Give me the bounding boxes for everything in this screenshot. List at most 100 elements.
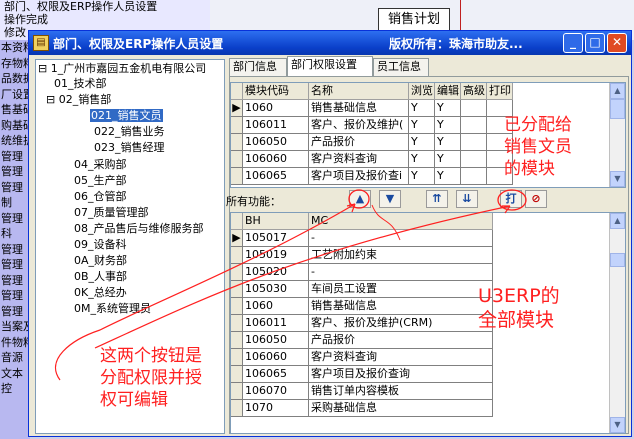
table-cell: Y bbox=[409, 168, 435, 185]
column-header: 打印 bbox=[487, 83, 513, 100]
scroll-thumb[interactable] bbox=[610, 253, 625, 267]
row-indicator: ▶ bbox=[231, 230, 243, 247]
background-sidebar-item[interactable]: 文本 bbox=[0, 366, 30, 382]
table-cell: Y bbox=[435, 168, 461, 185]
move-all-up-button[interactable]: ⇈ bbox=[426, 190, 448, 208]
table-cell: 106060 bbox=[243, 151, 309, 168]
tab-department-permissions[interactable]: 部门权限设置 bbox=[287, 56, 373, 76]
table-cell: 106065 bbox=[243, 168, 309, 185]
table-cell: 工艺附加约束 bbox=[309, 247, 493, 264]
background-sidebar-item[interactable]: 控 bbox=[0, 381, 30, 397]
tree-node[interactable]: 0A_财务部 bbox=[74, 252, 127, 268]
table-cell: 1070 bbox=[243, 400, 309, 417]
row-indicator bbox=[231, 117, 243, 134]
background-sidebar-item[interactable]: 科 bbox=[0, 226, 30, 242]
tab-department-info[interactable]: 部门信息 bbox=[229, 58, 287, 76]
row-indicator bbox=[231, 247, 243, 264]
row-indicator bbox=[231, 134, 243, 151]
grant-permission-button[interactable]: 打 bbox=[500, 190, 522, 208]
revoke-permission-button[interactable]: ⊘ bbox=[525, 190, 547, 208]
tree-node[interactable]: 023_销售经理 bbox=[94, 139, 165, 155]
table-cell bbox=[461, 168, 487, 185]
top-grid-scrollbar[interactable]: ▲ ▼ bbox=[609, 83, 625, 187]
background-sidebar-item[interactable]: 管理 bbox=[0, 288, 30, 304]
table-cell: 客户资料查询 bbox=[309, 349, 493, 366]
background-sidebar-item[interactable]: 品数据 bbox=[0, 71, 30, 87]
background-sidebar-item[interactable]: 管理 bbox=[0, 211, 30, 227]
background-sidebar-item[interactable]: 件物料 bbox=[0, 335, 30, 351]
table-cell: 1060 bbox=[243, 100, 309, 117]
column-header: BH bbox=[243, 213, 309, 230]
scroll-down-icon[interactable]: ▼ bbox=[610, 171, 625, 187]
tree-node[interactable]: 04_采购部 bbox=[74, 156, 127, 172]
tree-node[interactable]: 06_仓管部 bbox=[74, 188, 127, 204]
background-sidebar-item[interactable]: 统维护 bbox=[0, 133, 30, 149]
annotation-all-modules: U3ERP的 全部模块 bbox=[478, 285, 560, 331]
background-sidebar-item[interactable]: 管理 bbox=[0, 180, 30, 196]
table-cell: 销售订单内容模板 bbox=[309, 383, 493, 400]
row-indicator: ▶ bbox=[231, 100, 243, 117]
scroll-down-icon[interactable]: ▼ bbox=[610, 417, 625, 433]
minimize-button[interactable]: _ bbox=[563, 33, 583, 53]
background-sidebar-item[interactable]: 售基础 bbox=[0, 102, 30, 118]
background-sidebar-item[interactable]: 管理 bbox=[0, 304, 30, 320]
table-cell: 车间员工设置 bbox=[309, 281, 493, 298]
background-sidebar-item[interactable]: 购基础 bbox=[0, 118, 30, 134]
tab-employee-info[interactable]: 员工信息 bbox=[373, 58, 429, 76]
row-indicator-header bbox=[231, 83, 243, 100]
tree-node-root[interactable]: ⊟ 1_广州市嘉园五金机电有限公司 bbox=[38, 60, 206, 76]
tree-node[interactable]: 05_生产部 bbox=[74, 172, 127, 188]
annotation-buttons-note: 这两个按钮是 分配权限并授 权可编辑 bbox=[100, 346, 202, 410]
table-cell: Y bbox=[435, 151, 461, 168]
scroll-thumb[interactable] bbox=[610, 99, 625, 119]
table-cell: Y bbox=[409, 100, 435, 117]
table-cell: Y bbox=[409, 117, 435, 134]
all-functions-label: 所有功能： bbox=[226, 195, 281, 208]
scroll-up-icon[interactable]: ▲ bbox=[610, 83, 625, 99]
background-menu-item[interactable]: 部门、权限及ERP操作人员设置 bbox=[0, 0, 210, 13]
bottom-grid-scrollbar[interactable]: ▲ ▼ bbox=[609, 213, 625, 433]
tree-node[interactable]: 01_技术部 bbox=[54, 75, 107, 91]
tree-node[interactable]: 0B_人事部 bbox=[74, 268, 127, 284]
tree-node[interactable]: ⊟ 02_销售部 bbox=[46, 91, 111, 107]
close-button[interactable]: ✕ bbox=[607, 33, 627, 53]
background-sidebar-item[interactable]: 厂设置 bbox=[0, 87, 30, 103]
table-cell: 客户资料查询 bbox=[309, 151, 409, 168]
table-cell: 105020 bbox=[243, 264, 309, 281]
background-sidebar-item[interactable]: 管理 bbox=[0, 242, 30, 258]
maximize-button[interactable]: □ bbox=[585, 33, 605, 53]
tree-node[interactable]: 08_产品售后与维修服务部 bbox=[74, 220, 204, 236]
background-sidebar-item[interactable]: 管理 bbox=[0, 149, 30, 165]
background-sidebar-item[interactable]: 管理 bbox=[0, 164, 30, 180]
table-cell: Y bbox=[409, 134, 435, 151]
table-cell: 106070 bbox=[243, 383, 309, 400]
background-menu-item[interactable]: 操作完成 bbox=[0, 13, 210, 26]
row-indicator bbox=[231, 264, 243, 281]
background-sidebar-item[interactable]: 管理 bbox=[0, 257, 30, 273]
title-bar[interactable]: ▤ 部门、权限及ERP操作人员设置 版权所有：珠海市助友... _ □ ✕ bbox=[29, 31, 631, 55]
move-up-button[interactable]: ▲ bbox=[349, 190, 371, 208]
tree-node[interactable]: 07_质量管理部 bbox=[74, 204, 149, 220]
row-indicator bbox=[231, 383, 243, 400]
table-cell: 销售基础信息 bbox=[309, 298, 493, 315]
background-sidebar-item[interactable]: 本资料 bbox=[0, 40, 30, 56]
table-cell: 产品报价 bbox=[309, 134, 409, 151]
background-sidebar-item[interactable]: 制 bbox=[0, 195, 30, 211]
table-cell: Y bbox=[409, 151, 435, 168]
row-indicator bbox=[231, 298, 243, 315]
tree-node[interactable]: 09_设备科 bbox=[74, 236, 127, 252]
move-all-down-button[interactable]: ⇊ bbox=[456, 190, 478, 208]
tree-node[interactable]: 0K_总经办 bbox=[74, 284, 127, 300]
table-cell: 产品报价 bbox=[309, 332, 493, 349]
all-modules-grid[interactable]: ▲ ▼ BH MC ▶ 105017-105019 工艺附加约束 105020-10503… bbox=[230, 212, 626, 434]
background-sidebar-item[interactable]: 当案及 bbox=[0, 319, 30, 335]
table-cell bbox=[461, 100, 487, 117]
move-down-button[interactable]: ▼ bbox=[379, 190, 401, 208]
tree-node-selected[interactable]: 021_销售文员 bbox=[90, 107, 163, 123]
tree-node[interactable]: 022_销售业务 bbox=[94, 123, 165, 139]
background-sidebar-item[interactable]: 存物料 bbox=[0, 56, 30, 72]
scroll-up-icon[interactable]: ▲ bbox=[610, 213, 625, 229]
background-sidebar-item[interactable]: 音源 bbox=[0, 350, 30, 366]
tree-node[interactable]: 0M_系统管理员 bbox=[74, 300, 151, 316]
background-sidebar-item[interactable]: 管理 bbox=[0, 273, 30, 289]
